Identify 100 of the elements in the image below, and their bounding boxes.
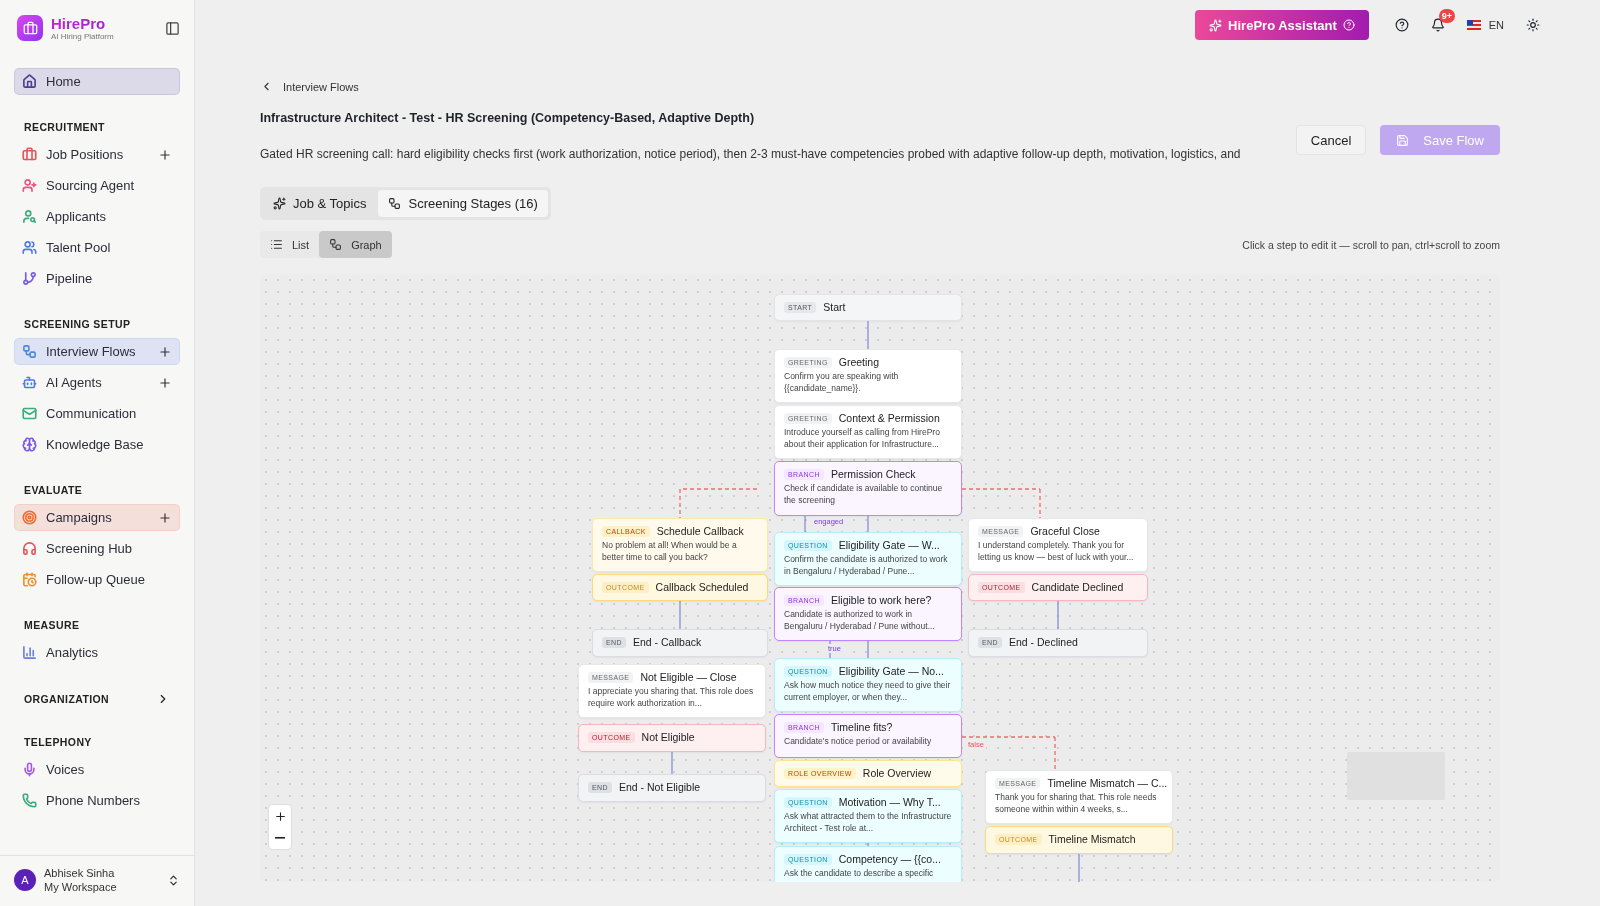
section-title: TELEPHONY xyxy=(24,736,92,748)
section-title: RECRUITMENT xyxy=(24,121,105,133)
nav-item[interactable]: Analytics xyxy=(14,639,180,666)
step-title: Timeline fits? xyxy=(830,721,893,733)
step-text: Check if candidate is available to continue the screening xyxy=(784,483,944,506)
step-title: Graceful Close xyxy=(1030,525,1100,537)
nav-item[interactable]: Home xyxy=(14,68,180,95)
connector-line xyxy=(804,515,806,533)
step-title: Greeting xyxy=(838,356,880,368)
step-text: Ask how much notice they need to give their current employer, or when they... xyxy=(784,680,952,703)
nav-item[interactable]: Pipeline xyxy=(14,265,180,292)
view-toggle[interactable]: Graph xyxy=(319,231,392,258)
step-title: Competency — {{co... xyxy=(838,853,941,865)
step-title: Permission Check xyxy=(830,468,916,480)
step-title: Schedule Callback xyxy=(656,525,744,537)
bell-icon[interactable] xyxy=(1430,18,1445,32)
nav-item[interactable]: Communication xyxy=(14,400,180,427)
theme-icon[interactable] xyxy=(1526,18,1540,32)
connector-line xyxy=(1078,853,1080,882)
step-text: I understand completely. Thank you for letting us know — best of luck with your... xyxy=(978,540,1135,563)
sparkle-icon xyxy=(273,197,286,210)
tab[interactable]: Screening Stages (16) xyxy=(378,190,548,217)
connector-line xyxy=(1057,600,1059,630)
brand-tagline: AI Hiring Platform xyxy=(51,32,115,41)
section-title: MEASURE xyxy=(24,619,80,631)
back-link[interactable]: Interview Flows xyxy=(260,80,1500,93)
step-title: Start xyxy=(823,301,846,313)
step-title: Motivation — Why T... xyxy=(838,796,941,808)
connector-line xyxy=(671,751,673,775)
connector-line xyxy=(867,320,869,350)
hint-text: Click a step to edit it — scroll to pan, ctrl+scroll to zoom xyxy=(1242,238,1500,251)
flow-icon xyxy=(329,238,343,251)
connector-line xyxy=(679,600,681,630)
nav-item[interactable]: Screening Hub xyxy=(14,535,180,562)
nav-item[interactable]: Campaigns xyxy=(14,504,180,531)
step-title: Timeline Mismatch — C... xyxy=(1047,777,1168,789)
sparkle-icon xyxy=(1209,18,1223,32)
step-text: Confirm you are speaking with {{candidate_name}}. xyxy=(784,371,900,394)
step-title: Not Eligible — Close xyxy=(640,671,737,683)
step-text: Confirm the candidate is authorized to work in Bengaluru / Hyderabad / Pune... xyxy=(784,554,949,577)
plus-icon xyxy=(273,809,287,823)
notification-badge: 9+ xyxy=(1438,9,1455,23)
nav-item[interactable]: Follow-up Queue xyxy=(14,566,180,593)
minus-icon xyxy=(275,837,285,839)
step-title: Eligibility Gate — W... xyxy=(838,539,940,551)
step-title: Eligible to work here? xyxy=(830,594,932,606)
nav-item[interactable]: Interview Flows xyxy=(14,338,180,365)
user-name: Abhisek Sinha xyxy=(44,866,116,880)
section-title: ORGANIZATION xyxy=(24,693,110,705)
assistant-button[interactable]: HirePro Assistant xyxy=(1195,10,1369,40)
step-title: End - Declined xyxy=(1009,636,1078,648)
avatar: A xyxy=(14,869,36,891)
step-title: Callback Scheduled xyxy=(655,581,749,593)
step-title: Not Eligible xyxy=(641,731,695,743)
section-title: EVALUATE xyxy=(24,484,83,496)
workspace-name: My Workspace xyxy=(44,880,118,894)
nav-item[interactable]: Job Positions xyxy=(14,141,180,168)
step-title: End - Not Eligible xyxy=(619,781,701,793)
section-title: SCREENING SETUP xyxy=(24,318,131,330)
flow-icon xyxy=(388,197,402,210)
help-icon xyxy=(1342,19,1355,31)
nav-item[interactable]: Phone Numbers xyxy=(14,787,180,814)
connector-line xyxy=(867,515,869,533)
nav-item[interactable]: Sourcing Agent xyxy=(14,172,180,199)
step-title: Role Overview xyxy=(862,767,932,779)
add-icon[interactable] xyxy=(158,147,172,162)
flow-description: Gated HR screening call: hard eligibility checks first (work authorization, notice period), then 2-3 must-have competencies probed with adaptive follow-up depth, motivation, logistics, and xyxy=(260,147,1242,161)
flag-icon xyxy=(1466,20,1481,30)
step-text: No problem at all! When would be a better time to call you back? xyxy=(602,540,738,563)
list-icon xyxy=(270,238,283,251)
step-title: Context & Permission xyxy=(838,412,940,424)
step-title: Timeline Mismatch xyxy=(1048,833,1136,845)
step-text: Ask the candidate to describe a specific xyxy=(784,868,935,880)
step-text: Ask what attracted them to the Infrastructure Architect - Test role at... xyxy=(784,811,952,834)
step-text: Thank you for sharing that. This role needs someone within within 4 weeks, s... xyxy=(995,792,1158,815)
logo-icon xyxy=(17,15,43,41)
nav-item[interactable]: Talent Pool xyxy=(14,234,180,261)
nav-item[interactable]: Knowledge Base xyxy=(14,431,180,458)
step-title: End - Callback xyxy=(633,636,702,648)
step-text: Candidate's notice period or availability xyxy=(784,736,933,748)
step-text: I appreciate you sharing that. This role does require work authorization in... xyxy=(588,686,755,709)
language-button[interactable]: EN xyxy=(1466,19,1504,31)
step-title: Candidate Declined xyxy=(1031,581,1124,593)
nav-item[interactable]: Applicants xyxy=(14,203,180,230)
view-toggle[interactable]: List xyxy=(260,231,320,258)
nav-item[interactable]: AI Agents xyxy=(14,369,180,396)
add-icon[interactable] xyxy=(158,375,172,390)
connector-line xyxy=(867,842,869,847)
help-icon[interactable] xyxy=(1394,18,1409,32)
add-icon[interactable] xyxy=(158,344,172,359)
connector-line xyxy=(867,640,869,659)
flow-title: Infrastructure Architect - Test - HR Screening (Competency-Based, Adaptive Depth) xyxy=(260,111,756,125)
step-text: Candidate is authorized to work in Bengaluru / Hyderabad / Pune without... xyxy=(784,609,936,632)
step-text: Introduce yourself as calling from HirePro about their application for Infrastructure... xyxy=(784,427,941,450)
nav-item[interactable]: Voices xyxy=(14,756,180,783)
add-icon[interactable] xyxy=(158,510,172,525)
cancel-button[interactable]: Cancel xyxy=(1295,125,1367,155)
step-title: Eligibility Gate — No... xyxy=(838,665,944,677)
switcher-icon[interactable] xyxy=(167,873,180,887)
tab[interactable]: Job & Topics xyxy=(263,190,377,217)
